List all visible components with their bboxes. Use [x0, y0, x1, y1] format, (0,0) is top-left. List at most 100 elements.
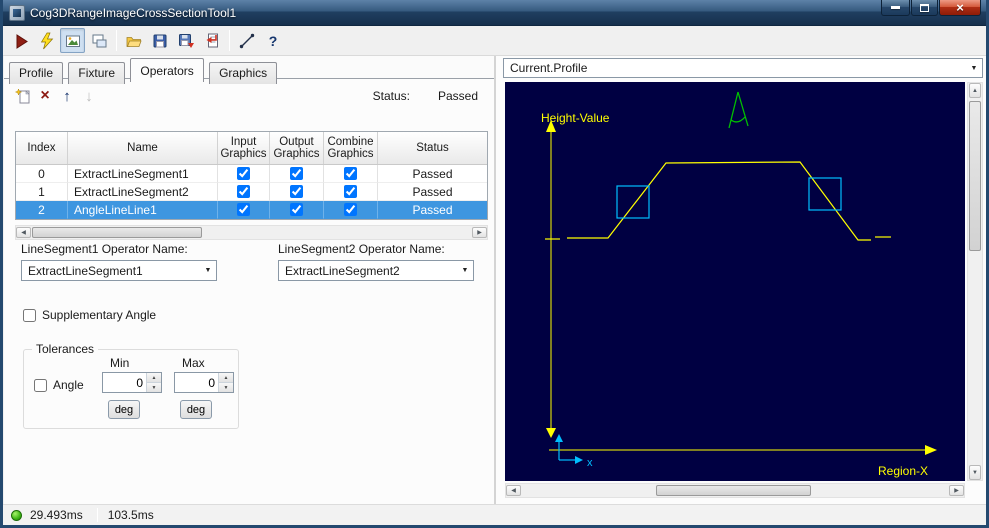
row-status: Passed [378, 201, 487, 219]
run-electric-button[interactable] [34, 28, 59, 53]
min-label: Min [110, 356, 130, 370]
measure-tools-button[interactable] [234, 28, 259, 53]
input-graphics-checkbox[interactable] [237, 167, 250, 180]
tolerances-group-label: Tolerances [32, 342, 99, 356]
profile-horizontal-scrollbar[interactable]: ◀ ▶ [505, 483, 965, 498]
status-label: Status: [372, 89, 410, 103]
import-results-icon [206, 33, 218, 47]
column-header-index[interactable]: Index [16, 132, 68, 164]
min-deg-button[interactable]: deg [108, 400, 140, 419]
output-graphics-cell [270, 183, 324, 201]
scroll-right-arrow[interactable]: ▶ [472, 227, 487, 238]
output-graphics-checkbox[interactable] [290, 167, 303, 180]
spin-up-icon[interactable]: ▲ [219, 373, 233, 383]
save-file-button[interactable] [147, 28, 172, 53]
close-button[interactable]: × [939, 0, 981, 16]
supplementary-angle-checkbox[interactable] [23, 308, 36, 322]
open-file-icon [126, 36, 142, 47]
supplementary-angle-label: Supplementary Angle [42, 308, 157, 322]
status-line: Status: Passed [373, 89, 478, 103]
output-graphics-cell [270, 201, 324, 219]
max-deg-button[interactable]: deg [180, 400, 212, 419]
move-down-button[interactable]: ↓ [78, 85, 100, 107]
column-header-combine-graphics[interactable]: Combine Graphics [324, 132, 378, 164]
float-window-toggle[interactable] [86, 28, 111, 53]
line-segment2-combo[interactable]: ExtractLineSegment2 ▼ [278, 260, 474, 281]
scroll-down-arrow[interactable]: ▼ [969, 465, 981, 480]
input-graphics-checkbox[interactable] [237, 203, 250, 216]
move-up-button[interactable]: ↑ [56, 85, 78, 107]
angle-max-spinner: ▲ ▼ [174, 372, 234, 393]
help-icon: ? [268, 33, 277, 49]
output-graphics-checkbox[interactable] [290, 185, 303, 198]
scrollbar-thumb[interactable] [656, 485, 811, 496]
line-segment2-label: LineSegment2 Operator Name: [278, 242, 445, 256]
minimize-button[interactable] [881, 0, 910, 16]
app-window: Cog3DRangeImageCrossSectionTool1 × ? Pro… [0, 0, 989, 528]
show-graphics-toggle[interactable] [60, 28, 85, 53]
title-bar[interactable]: Cog3DRangeImageCrossSectionTool1 × [3, 0, 986, 26]
row-status: Passed [378, 165, 487, 183]
column-header-output-graphics[interactable]: Output Graphics [270, 132, 324, 164]
operator-row[interactable]: 2 AngleLineLine1 Passed [16, 201, 487, 219]
delete-operator-button[interactable]: × [34, 85, 56, 107]
tab-fixture[interactable]: Fixture [68, 62, 126, 84]
row-index: 2 [16, 201, 68, 219]
record-selector-combo[interactable]: Current.Profile ▼ [503, 58, 983, 78]
combine-graphics-checkbox[interactable] [344, 203, 357, 216]
scrollbar-thumb[interactable] [32, 227, 202, 238]
tab-profile[interactable]: Profile [9, 62, 64, 84]
input-graphics-cell [218, 201, 270, 219]
spin-down-icon[interactable]: ▼ [219, 383, 233, 392]
output-graphics-checkbox[interactable] [290, 203, 303, 216]
tab-operators[interactable]: Operators [130, 58, 204, 82]
angle-max-input[interactable] [175, 373, 218, 392]
column-header-input-graphics[interactable]: Input Graphics [218, 132, 270, 164]
close-icon: × [956, 0, 964, 15]
run-button[interactable] [8, 28, 33, 53]
arrow-up-icon: ↑ [63, 87, 71, 105]
delete-icon: × [40, 87, 50, 104]
table-header: Index Name Input Graphics Output Graphic… [16, 132, 487, 165]
angle-tolerance-checkbox[interactable] [34, 378, 47, 392]
profile-chart[interactable]: Height-Value Region-X x [505, 82, 965, 481]
input-graphics-checkbox[interactable] [237, 185, 250, 198]
row-index: 0 [16, 165, 68, 183]
scroll-left-arrow[interactable]: ◀ [506, 485, 521, 496]
angle-min-input[interactable] [103, 373, 146, 392]
open-file-button[interactable] [121, 28, 146, 53]
add-operator-button[interactable] [12, 85, 34, 107]
save-results-button[interactable] [173, 28, 198, 53]
help-button[interactable]: ? [260, 28, 285, 53]
execution-time: 29.493ms [30, 508, 83, 522]
row-name: AngleLineLine1 [68, 201, 218, 219]
show-graphics-icon [65, 35, 80, 47]
chevron-down-icon[interactable]: ▼ [200, 261, 216, 280]
angle-tolerance-row: Angle [34, 378, 84, 392]
scroll-left-arrow[interactable]: ◀ [16, 227, 31, 238]
main-toolbar: ? [3, 26, 986, 56]
chevron-down-icon[interactable]: ▼ [457, 261, 473, 280]
app-icon[interactable] [9, 4, 25, 21]
combine-graphics-checkbox[interactable] [344, 167, 357, 180]
spin-down-icon[interactable]: ▼ [147, 383, 161, 392]
import-results-button[interactable] [199, 28, 224, 53]
combine-graphics-cell [324, 165, 378, 183]
column-header-status[interactable]: Status [378, 132, 487, 164]
scrollbar-thumb[interactable] [969, 101, 981, 251]
scroll-right-arrow[interactable]: ▶ [949, 485, 964, 496]
chevron-down-icon[interactable]: ▼ [966, 59, 982, 77]
maximize-button[interactable] [911, 0, 938, 16]
tab-graphics[interactable]: Graphics [209, 62, 278, 84]
operators-tab-page: × ↑ ↓ Status: Passed Index Name Input Gr… [4, 78, 494, 504]
column-header-name[interactable]: Name [68, 132, 218, 164]
combine-graphics-checkbox[interactable] [344, 185, 357, 198]
spin-up-icon[interactable]: ▲ [147, 373, 161, 383]
operator-row[interactable]: 1 ExtractLineSegment2 Passed [16, 183, 487, 201]
line-segment1-combo[interactable]: ExtractLineSegment1 ▼ [21, 260, 217, 281]
table-horizontal-scrollbar[interactable]: ◀ ▶ [15, 225, 488, 240]
scroll-up-arrow[interactable]: ▲ [969, 83, 981, 98]
supplementary-angle-row: Supplementary Angle [23, 308, 156, 322]
operator-row[interactable]: 0 ExtractLineSegment1 Passed [16, 165, 487, 183]
profile-vertical-scrollbar[interactable]: ▲ ▼ [967, 82, 983, 481]
